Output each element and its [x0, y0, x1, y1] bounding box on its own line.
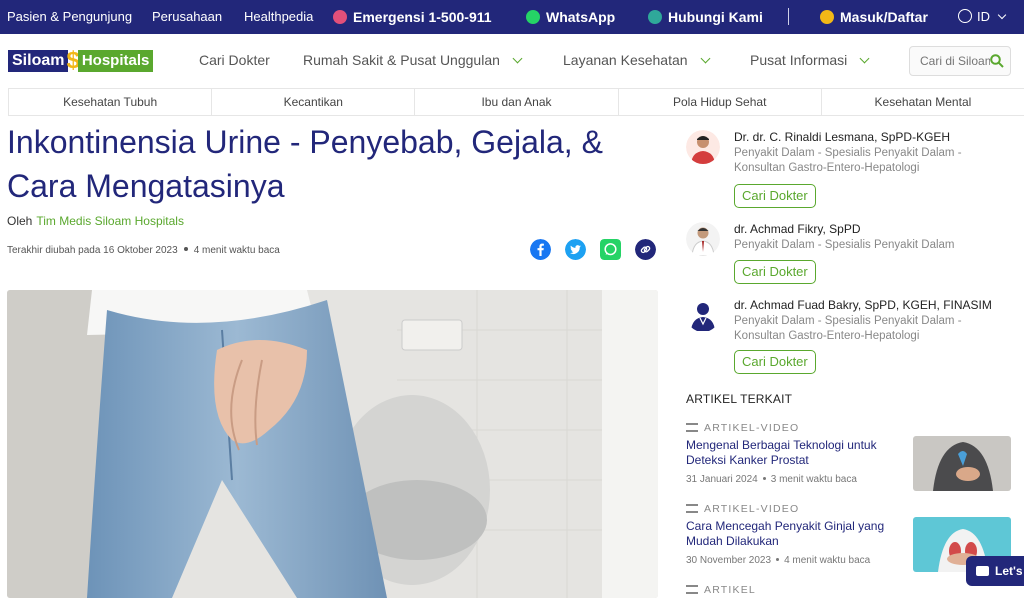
emergency-link[interactable]: Emergensi 1-500-911 — [333, 9, 492, 25]
nav-layanan-kesehatan[interactable]: Layanan Kesehatan — [563, 52, 711, 68]
related-article-title[interactable]: Mengenal Berbagai Teknologi untuk Deteks… — [686, 438, 901, 468]
link-pasien-pengunjung[interactable]: Pasien & Pengunjung — [7, 9, 132, 24]
nav-layanan-label: Layanan Kesehatan — [563, 52, 688, 68]
headset-icon — [648, 10, 662, 24]
related-article-thumbnail[interactable] — [913, 436, 1011, 491]
article-title: Inkontinensia Urine - Penyebab, Gejala, … — [7, 124, 603, 204]
related-article-meta: 31 Januari 2024 3 menit waktu baca — [686, 474, 857, 485]
category-kecantikan[interactable]: Kecantikan — [211, 89, 414, 115]
search-icon[interactable] — [990, 54, 1004, 68]
byline: Oleh Tim Medis Siloam Hospitals — [7, 214, 184, 228]
nav-pusat-label: Pusat Informasi — [750, 52, 848, 68]
article-type-icon — [686, 423, 698, 432]
chevron-down-icon — [700, 53, 711, 64]
related-read-time: 4 menit waktu baca — [784, 555, 871, 566]
doctor-card: Dr. dr. C. Rinaldi Lesmana, SpPD-KGEH Pe… — [686, 130, 1016, 210]
meta-separator — [762, 477, 766, 480]
article-meta: Terakhir diubah pada 16 Oktober 2023 4 me… — [7, 245, 280, 256]
category-kesehatan-tubuh[interactable]: Kesehatan Tubuh — [8, 89, 211, 115]
chat-bubble-icon — [976, 566, 989, 576]
whatsapp-label: WhatsApp — [546, 9, 616, 25]
nav-pusat-informasi[interactable]: Pusat Informasi — [750, 52, 870, 68]
phone-icon — [333, 10, 347, 24]
chevron-down-icon — [512, 53, 523, 64]
whatsapp-icon — [526, 10, 540, 24]
topbar-divider — [788, 8, 789, 25]
read-time: 4 menit waktu baca — [193, 245, 280, 256]
link-healthpedia[interactable]: Healthpedia — [244, 9, 313, 24]
chevron-down-icon — [859, 53, 870, 64]
logo-siloam-text: Siloam — [8, 50, 69, 72]
globe-icon — [958, 9, 972, 23]
search-input[interactable] — [920, 54, 990, 68]
article-hero-image — [7, 290, 658, 598]
chat-button[interactable]: Let's — [966, 556, 1024, 586]
category-kesehatan-mental[interactable]: Kesehatan Mental — [820, 89, 1024, 115]
category-bar: Kesehatan Tubuh Kecantikan Ibu dan Anak … — [8, 88, 1024, 116]
whatsapp-link[interactable]: WhatsApp — [526, 9, 615, 25]
article-tag: ARTIKEL-VIDEO — [686, 503, 799, 515]
doctor-specialty: Penyakit Dalam - Spesialis Penyakit Dala… — [734, 239, 955, 251]
whatsapp-share-icon[interactable] — [600, 239, 621, 260]
article-tag: ARTIKEL-VIDEO — [686, 422, 799, 434]
cari-dokter-button[interactable]: Cari Dokter — [734, 350, 816, 374]
main-nav: Siloam $ Hospitals Cari Dokter Rumah Sak… — [0, 34, 1024, 88]
language-selector[interactable]: ID — [958, 9, 1007, 24]
login-label: Masuk/Daftar — [840, 9, 928, 25]
doctor-card: dr. Achmad Fikry, SpPD Penyakit Dalam - … — [686, 222, 1016, 292]
article-tag-label: ARTIKEL — [704, 584, 756, 596]
chevron-down-icon — [997, 10, 1007, 20]
search-box — [909, 46, 1011, 76]
byline-label: Oleh — [7, 214, 33, 228]
meta-separator — [776, 558, 780, 561]
login-link[interactable]: Masuk/Daftar — [820, 9, 928, 25]
avatar — [686, 222, 720, 256]
doctor-name[interactable]: dr. Achmad Fuad Bakry, SpPD, KGEH, FINAS… — [734, 298, 992, 312]
related-articles-heading: ARTIKEL TERKAIT — [686, 392, 793, 406]
twitter-share-icon[interactable] — [565, 239, 586, 260]
doctor-specialty: Penyakit Dalam - Spesialis Penyakit Dala… — [734, 315, 962, 342]
nav-cari-dokter[interactable]: Cari Dokter — [199, 52, 270, 68]
login-icon — [820, 10, 834, 24]
category-ibu-dan-anak[interactable]: Ibu dan Anak — [414, 89, 617, 115]
logo-hospitals-text: Hospitals — [77, 50, 154, 72]
doctor-name[interactable]: Dr. dr. C. Rinaldi Lesmana, SpPD-KGEH — [734, 130, 950, 144]
related-article[interactable]: ARTIKEL-VIDEO Mengenal Berbagai Teknolog… — [686, 422, 1016, 497]
related-read-time: 3 menit waktu baca — [770, 474, 857, 485]
doctor-card: dr. Achmad Fuad Bakry, SpPD, KGEH, FINAS… — [686, 298, 1016, 378]
article-tag-label: ARTIKEL-VIDEO — [704, 422, 800, 434]
contact-label: Hubungi Kami — [668, 9, 763, 25]
meta-separator — [183, 247, 188, 251]
updated-date: Terakhir diubah pada 16 Oktober 2023 — [7, 245, 178, 256]
copy-link-icon[interactable] — [635, 239, 656, 260]
facebook-share-icon[interactable] — [530, 239, 551, 260]
doctor-placeholder-icon — [686, 298, 720, 332]
avatar — [686, 130, 720, 164]
siloam-logo[interactable]: Siloam $ Hospitals — [8, 48, 154, 74]
doctor-name[interactable]: dr. Achmad Fikry, SpPD — [734, 222, 861, 236]
doctor-specialty: Penyakit Dalam - Spesialis Penyakit Dala… — [734, 147, 962, 174]
emergency-label: Emergensi 1-500-911 — [353, 9, 492, 25]
contact-link[interactable]: Hubungi Kami — [648, 9, 763, 25]
related-article-meta: 30 November 2023 4 menit waktu baca — [686, 555, 870, 566]
article-tag-label: ARTIKEL-VIDEO — [704, 503, 800, 515]
related-date: 31 Januari 2024 — [686, 474, 758, 485]
related-article[interactable]: ARTIKEL — [686, 584, 1016, 598]
cari-dokter-button[interactable]: Cari Dokter — [734, 184, 816, 208]
chat-label: Let's — [995, 564, 1023, 578]
top-bar: Pasien & Pengunjung Perusahaan Healthped… — [0, 0, 1024, 34]
nav-rumah-sakit[interactable]: Rumah Sakit & Pusat Unggulan — [303, 52, 523, 68]
related-article-title[interactable]: Cara Mencegah Penyakit Ginjal yang Mudah… — [686, 519, 901, 549]
category-pola-hidup-sehat[interactable]: Pola Hidup Sehat — [617, 89, 821, 115]
article-type-icon — [686, 585, 698, 594]
article-type-icon — [686, 504, 698, 513]
related-date: 30 November 2023 — [686, 555, 772, 566]
article-tag: ARTIKEL — [686, 584, 756, 596]
nav-rumah-sakit-label: Rumah Sakit & Pusat Unggulan — [303, 52, 500, 68]
cari-dokter-button[interactable]: Cari Dokter — [734, 260, 816, 284]
language-label: ID — [977, 9, 990, 24]
author-link[interactable]: Tim Medis Siloam Hospitals — [36, 214, 184, 228]
link-perusahaan[interactable]: Perusahaan — [152, 9, 222, 24]
